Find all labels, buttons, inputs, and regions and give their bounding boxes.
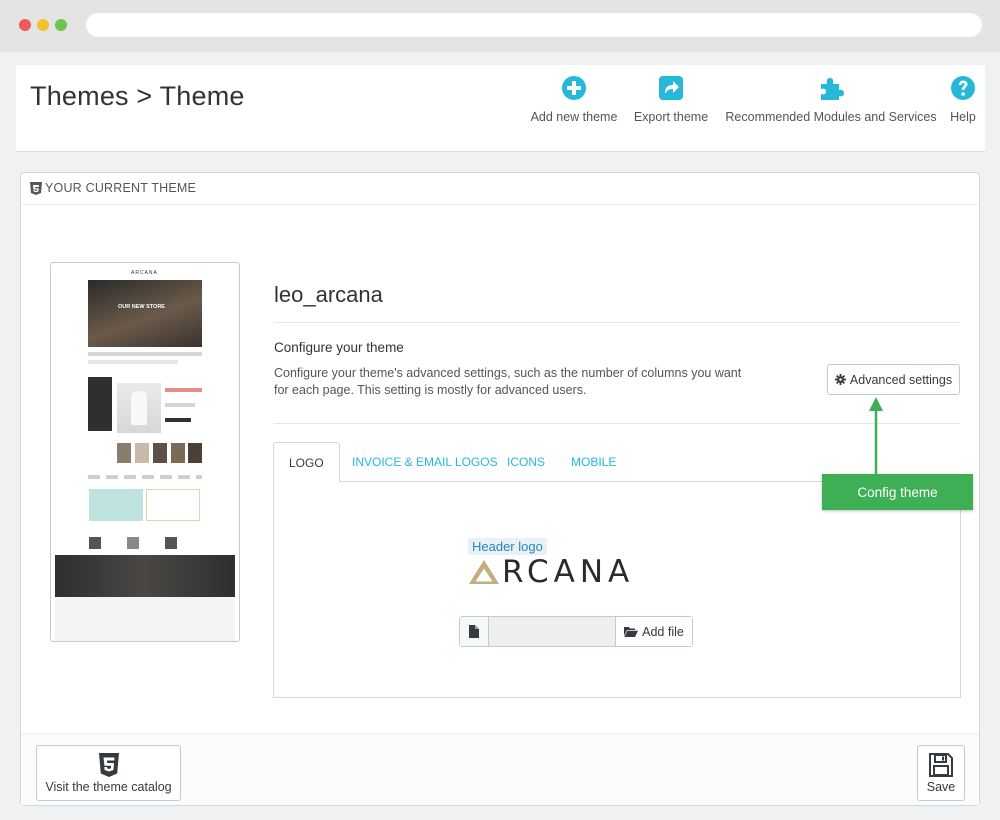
divider: [274, 322, 960, 323]
html5-icon: [30, 182, 42, 195]
advanced-settings-label: Advanced settings: [849, 372, 953, 387]
help-button[interactable]: Help: [944, 75, 982, 127]
preview-sidebar: [88, 377, 112, 431]
add-circle-icon: [562, 76, 586, 100]
add-file-label: Add file: [642, 624, 684, 639]
export-theme-label: Export theme: [633, 110, 709, 124]
help-circle-icon: [951, 76, 975, 100]
recommended-modules-label: Recommended Modules and Services: [725, 110, 937, 124]
preview-service-row: [88, 352, 202, 356]
tab-mobile[interactable]: MOBILE: [571, 442, 616, 482]
preview-product-thumb: [171, 443, 185, 463]
preview-blog-thumb: [127, 537, 139, 549]
config-theme-callout: Config theme: [822, 474, 973, 510]
preview-brand-strip: [88, 475, 202, 479]
export-share-icon: [659, 76, 683, 100]
floppy-disk-icon: [929, 753, 953, 777]
tab-logo[interactable]: LOGO: [273, 442, 340, 483]
file-icon-box: [460, 617, 489, 646]
preview-blog-thumb: [165, 537, 177, 549]
triangle-logo-icon: [469, 560, 499, 584]
save-label: Save: [926, 780, 956, 794]
recommended-modules-button[interactable]: Recommended Modules and Services: [720, 75, 942, 127]
preview-cart-row: [165, 418, 191, 422]
minimize-window-dot[interactable]: [37, 19, 49, 31]
preview-price-row: [165, 388, 202, 392]
visit-theme-catalog-button[interactable]: Visit the theme catalog: [36, 745, 181, 801]
configure-description: Configure your theme's advanced settings…: [274, 366, 742, 397]
folder-open-icon: [624, 627, 639, 637]
close-window-dot[interactable]: [19, 19, 31, 31]
preview-logo: ARCANA: [131, 270, 158, 276]
add-file-button[interactable]: Add file: [615, 617, 692, 646]
help-label: Help: [950, 110, 976, 124]
preview-hero-text: OUR NEW STORE: [118, 304, 165, 310]
address-bar[interactable]: [86, 13, 982, 37]
file-name-input[interactable]: [489, 617, 615, 646]
annotation-arrow-icon: [869, 397, 883, 475]
file-icon: [469, 625, 479, 638]
save-button[interactable]: Save: [917, 745, 965, 801]
panel-footer: Visit the theme catalog Save: [21, 733, 979, 805]
page: Themes > Theme Add new theme Export them…: [0, 52, 1000, 820]
export-theme-button[interactable]: Export theme: [630, 75, 712, 127]
gear-icon: [834, 374, 846, 385]
add-new-theme-label: Add new theme: [530, 110, 618, 124]
panel-heading: YOUR CURRENT THEME: [21, 173, 979, 205]
preview-featured-product: [117, 383, 161, 433]
theme-name: leo_arcana: [274, 282, 383, 307]
maximize-window-dot[interactable]: [55, 19, 67, 31]
header-logo-label: Header logo: [468, 538, 547, 555]
divider: [274, 423, 960, 424]
logo-wordmark: RCANA: [502, 554, 635, 590]
preview-blog-thumb: [89, 537, 101, 549]
page-header: Themes > Theme Add new theme Export them…: [16, 65, 985, 152]
preview-footer: [55, 597, 235, 641]
advanced-settings-button[interactable]: Advanced settings: [827, 364, 960, 395]
configure-title: Configure your theme: [274, 340, 404, 355]
preview-footer-image: [55, 555, 235, 597]
preview-product-thumb: [117, 443, 131, 463]
theme-preview-image: ARCANA OUR NEW STORE: [50, 262, 240, 642]
logo-file-upload: Add file: [459, 616, 693, 647]
panel-heading-title: YOUR CURRENT THEME: [45, 181, 197, 195]
page-title: Themes > Theme: [30, 81, 245, 111]
html5-icon: [98, 753, 119, 777]
add-new-theme-button[interactable]: Add new theme: [526, 75, 622, 127]
preview-service-row: [88, 360, 178, 364]
tab-icons[interactable]: ICONS: [507, 442, 545, 482]
preview-banner-left: [89, 489, 143, 521]
preview-product-thumb: [153, 443, 167, 463]
puzzle-icon: [821, 78, 844, 100]
preview-product-thumb: [135, 443, 149, 463]
logo-tab-content: Header logo RCANA Add file: [273, 482, 961, 698]
visit-theme-catalog-label: Visit the theme catalog: [45, 780, 172, 794]
preview-detail-row: [165, 403, 195, 407]
tab-invoice-email-logos[interactable]: INVOICE & EMAIL LOGOS: [352, 442, 498, 482]
header-logo-image: RCANA: [468, 554, 635, 590]
preview-product-thumb: [188, 443, 202, 463]
preview-hero-banner: OUR NEW STORE: [88, 280, 202, 347]
preview-banner-right: [146, 489, 200, 521]
browser-chrome: [0, 0, 1000, 52]
